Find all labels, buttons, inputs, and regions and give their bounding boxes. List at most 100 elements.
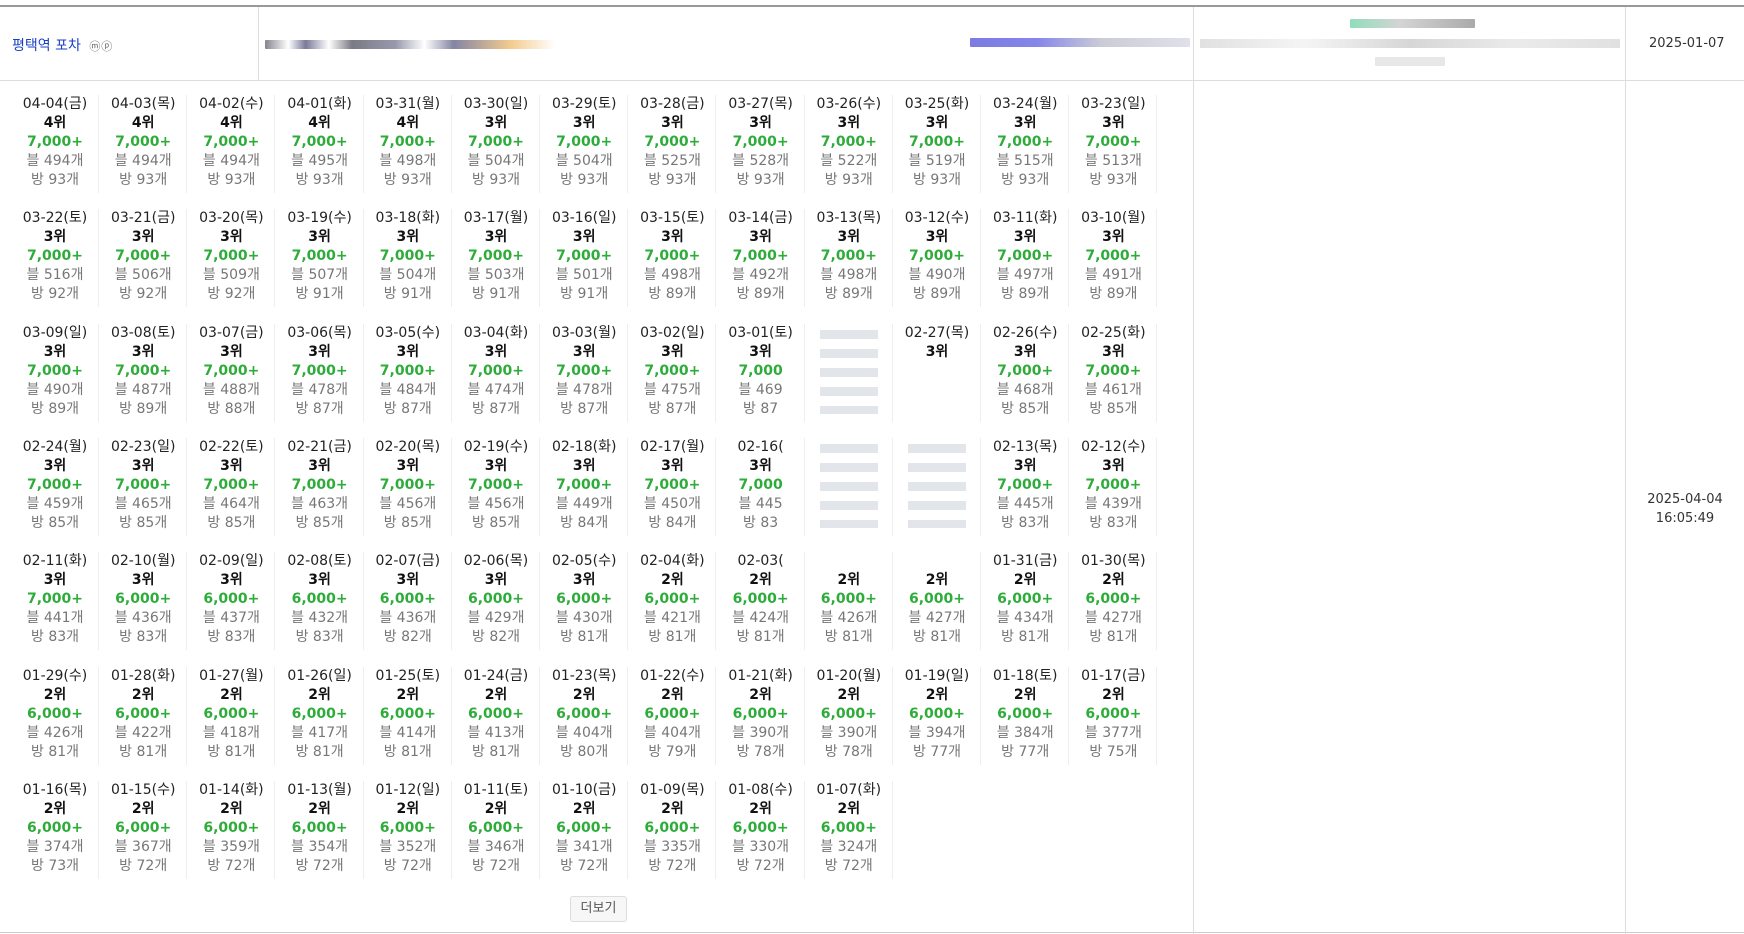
cell-blog-count: 블 504개 [541,152,627,171]
cell-count-prefix: 방 [912,286,926,303]
cell-blog-count: 블 426개 [806,609,892,628]
cell-count-prefix: 블 [820,610,834,627]
cell-count-prefix: 블 [202,610,216,627]
cell-count-value: 73개 [48,857,80,874]
keyword-link[interactable]: 평택역 포차 ⓜⓟ [12,35,113,55]
cell-blog-count: 블 461개 [1070,381,1156,400]
cell-search-count: 6,000+ [556,591,613,608]
cell-search-count: 6,000+ [379,591,436,608]
registered-date: 2025-01-07 [1649,36,1725,51]
cell-cafe-count: 방 93개 [718,171,804,190]
daily-rank-cell: 01-21(화) 2위 6,000+ 블 390개 방 78개 [718,666,805,765]
cell-search-count: 7,000+ [467,476,524,493]
cell-search-count: 6,000+ [556,705,613,722]
cell-count-prefix: 방 [119,743,133,760]
cell-blog-count: 블 417개 [277,724,363,743]
cell-blog-count: 블 390개 [718,724,804,743]
cell-count-prefix: 블 [996,153,1010,169]
cell-blog-count: 블 404개 [541,724,627,743]
cell-blog-count: 블 422개 [100,724,186,743]
cell-rank: 3위 [925,229,949,246]
cell-date: 02-22(토) [199,438,264,455]
cell-search-count: 7,000+ [732,134,789,150]
cell-count-prefix: 방 [736,172,750,188]
cell-date: 01-09(목) [640,781,705,798]
cell-search-count: 7,000+ [26,134,83,150]
cell-count-value: 87개 [577,400,609,417]
cell-search-count: 6,000+ [291,819,348,836]
cell-search-count: 7,000+ [203,248,260,265]
cell-cafe-count: 방 81개 [1070,628,1156,647]
cell-search-count: 7,000+ [203,476,260,493]
cell-date: 02-18(화) [551,438,617,455]
cell-count-prefix: 블 [643,610,657,627]
daily-rank-cell: 02-10(월) 3위 6,000+ 블 436개 방 83개 [100,552,188,651]
cell-count-value: 515개 [1014,153,1054,169]
cell-blog-count [894,381,980,400]
cell-blog-count: 블 509개 [188,266,274,285]
load-more-button[interactable]: 더보기 [570,896,627,922]
cell-cafe-count: 방 77개 [982,743,1068,762]
daily-rank-cell: 03-28(금) 3위 7,000+ 블 525개 방 93개 [629,95,717,193]
daily-rank-cell: 01-27(월) 2위 6,000+ 블 418개 방 81개 [188,666,276,765]
cell-blog-count: 블 494개 [188,152,274,171]
cell-cafe-count: 방 82개 [365,628,451,647]
cell-rank: 2위 [43,800,67,817]
daily-rank-cell: 02-18(화) 3위 7,000+ 블 449개 방 84개 [541,437,629,536]
daily-rank-cell: 01-09(목) 2위 6,000+ 블 335개 방 72개 [629,780,717,879]
cell-cafe-count: 방 81개 [806,628,892,647]
cell-date: 03-26(수) [816,96,882,112]
cell-count-prefix: 블 [1084,495,1098,512]
cell-count-value: 494개 [43,153,84,169]
cell-blog-count: 블 516개 [12,266,98,285]
cell-count-value: 91개 [489,286,521,303]
cell-count-value: 72개 [401,857,432,874]
cell-count-prefix: 방 [648,286,662,303]
cell-count-value: 85개 [136,514,168,531]
cell-blog-count: 블 497개 [982,266,1068,285]
cell-blog-count: 블 394개 [894,724,980,743]
cell-count-prefix: 방 [295,286,309,303]
cell-date: 02-04(화) [640,553,705,570]
cell-blog-count: 블 468개 [982,381,1068,400]
cell-date: 02-16( [737,438,784,455]
cell-cafe-count: 방 85개 [1070,400,1156,419]
cell-count-value: 89개 [665,286,697,303]
cell-count-value: 81개 [489,743,521,760]
cell-date: 02-08(토) [287,553,352,570]
keyword-text[interactable]: 평택역 포차 [12,38,81,54]
cell-count-prefix: 방 [295,514,309,531]
cell-cafe-count: 방 85개 [982,400,1068,419]
cell-count-prefix: 방 [736,743,750,760]
cell-blog-count: 블 519개 [894,152,980,171]
cell-count-value: 72개 [753,857,785,874]
cell-rank: 3위 [572,457,596,474]
cell-blog-count: 블 427개 [894,609,980,628]
cell-blog-count: 블 522개 [806,152,892,171]
cell-count-value: 81개 [48,743,80,760]
cell-count-value: 439개 [1102,495,1142,512]
cell-count-prefix: 블 [643,381,657,398]
cell-cafe-count: 방 72개 [453,857,539,876]
cell-cafe-count: 방 87 [718,400,804,419]
cell-cafe-count: 방 72개 [100,857,186,876]
cell-blog-count: 블 494개 [12,152,98,171]
cell-count-prefix: 방 [207,172,221,188]
daily-rank-cell: 02-24(월) 3위 7,000+ 블 459개 방 85개 [12,437,99,536]
cell-rank: 2위 [43,686,67,703]
daily-rank-cell: 02-17(월) 3위 7,000+ 블 450개 방 84개 [629,437,717,536]
cell-blog-count: 블 488개 [188,381,274,400]
cell-blog-count: 블 445 [718,495,804,514]
cell-blog-count: 블 475개 [629,381,715,400]
cell-count-prefix: 블 [996,381,1010,398]
cell-rank: 2위 [131,800,155,817]
cell-cafe-count: 방 93개 [541,171,627,190]
cell-blog-count: 블 498개 [365,152,451,171]
cell-count-value: 83 [760,514,779,531]
cell-blog-count: 블 490개 [894,266,980,285]
cell-count-value: 72개 [136,857,168,874]
cell-rank: 3위 [43,343,67,360]
cell-count-prefix: 방 [1089,514,1103,531]
cell-count-value: 354개 [308,838,349,855]
cell-count-prefix: 블 [26,267,40,284]
